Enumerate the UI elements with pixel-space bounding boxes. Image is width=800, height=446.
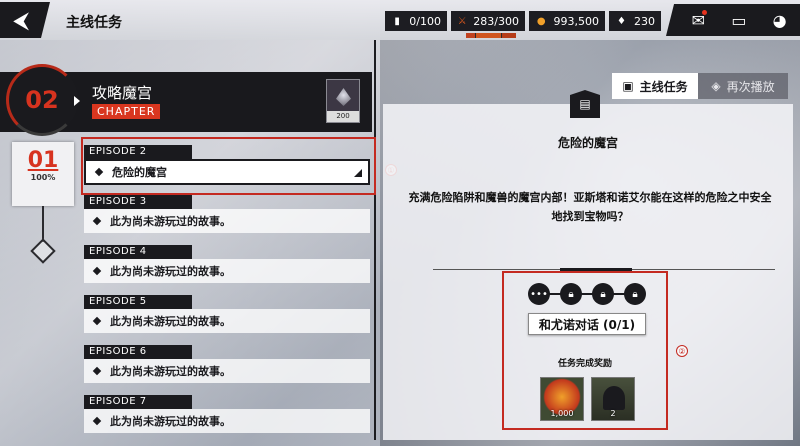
chat-button[interactable]: ▭ <box>727 8 751 32</box>
episode-item-6[interactable]: EPISODE 6 此为尚未游玩过的故事。 <box>84 345 370 389</box>
top-bar: ⮜ 主线任务 ▮ 0/100 ⚔ 283/300 ● 993,500 ♦ 230… <box>0 0 800 40</box>
episode-body: 此为尚未游玩过的故事。 <box>84 409 370 433</box>
mail-button[interactable]: ✉ <box>686 8 710 32</box>
tab-main-label: 主线任务 <box>639 79 688 94</box>
card-icon: ▮ <box>394 15 400 27</box>
chapter-reward-count: 200 <box>327 111 359 122</box>
chapter-arrow-icon <box>74 96 80 106</box>
chat-icon: ▭ <box>731 10 747 30</box>
progress-nodes: ••• 🔒︎ 🔒︎ 🔒︎ <box>528 283 650 307</box>
episode-body: 此为尚未游玩过的故事。 <box>84 209 370 233</box>
marker-2: ② <box>676 345 688 357</box>
mission-button[interactable]: 和尤诺对话 (0/1) <box>528 313 646 335</box>
episode-item-5[interactable]: EPISODE 5 此为尚未游玩过的故事。 <box>84 295 370 339</box>
book-icon: ▣ <box>622 79 634 93</box>
replay-icon: ◈ <box>711 79 721 93</box>
reward-item-gold[interactable]: 1,000 <box>540 377 584 421</box>
episode-item-7[interactable]: EPISODE 7 此为尚未游玩过的故事。 <box>84 395 370 439</box>
episode-label: EPISODE 6 <box>84 345 192 359</box>
episode-title: 此为尚未游玩过的故事。 <box>110 315 231 328</box>
stamina-bar <box>466 33 516 38</box>
crystal-icon <box>336 88 351 106</box>
gold-coin-icon: ● <box>536 15 546 27</box>
tab-main-quest[interactable]: ▣ 主线任务 <box>612 73 698 99</box>
back-arrow-icon: ⮜ <box>13 8 29 32</box>
top-icon-bar: ✉ ▭ ◕ <box>666 4 800 36</box>
episode-item-3[interactable]: EPISODE 3 此为尚未游玩过的故事。 <box>84 195 370 239</box>
reward-item-character[interactable]: 2 <box>591 377 635 421</box>
tab-replay-label: 再次播放 <box>726 79 775 94</box>
card-count: 0/100 <box>409 14 441 28</box>
character-icon <box>603 386 625 410</box>
settings-icon: ◕ <box>772 10 787 30</box>
chapter-number: 02 <box>25 86 59 114</box>
episode-body: 此为尚未游玩过的故事。 <box>84 309 370 333</box>
card-resource[interactable]: ▮ 0/100 <box>385 11 447 31</box>
episode-label: EPISODE 5 <box>84 295 192 309</box>
gem-resource[interactable]: ♦ 230 <box>609 11 661 31</box>
back-button[interactable]: ⮜ <box>0 2 50 38</box>
stamina-resource[interactable]: ⚔ 283/300 <box>451 11 525 31</box>
episode-description: 充满危险陷阱和魔兽的魔宫内部！亚斯塔和诺艾尔能在这样的危险之中安全地找到宝物吗？ <box>408 191 772 223</box>
gold-resource[interactable]: ● 993,500 <box>529 11 605 31</box>
chapter-tag: CHAPTER <box>92 104 161 119</box>
notification-dot <box>702 10 708 15</box>
settings-button[interactable]: ◕ <box>768 8 792 32</box>
episode-item-4[interactable]: EPISODE 4 此为尚未游玩过的故事。 <box>84 245 370 289</box>
gem-count: 230 <box>634 14 655 28</box>
chapter-ring: 02 <box>6 64 78 136</box>
reward-count: 2 <box>610 409 616 418</box>
reward-count: 1,000 <box>550 409 574 418</box>
lock-icon[interactable]: 🔒︎ <box>624 283 646 305</box>
book-icon: ▤ <box>570 90 600 118</box>
stage-tab[interactable]: 01 100% <box>12 142 74 206</box>
episode-title: 此为尚未游玩过的故事。 <box>110 215 231 228</box>
episode-body: 此为尚未游玩过的故事。 <box>84 359 370 383</box>
gem-icon: ♦ <box>617 15 626 27</box>
stamina-count: 283/300 <box>473 14 519 28</box>
reward-title: 任务完成奖励 <box>557 359 612 369</box>
chapter-reward-item[interactable]: 200 <box>326 79 360 123</box>
stage-connector <box>42 206 44 242</box>
diamond-icon <box>92 266 102 276</box>
diamond-icon <box>92 416 102 426</box>
episode-label: EPISODE 3 <box>84 195 192 209</box>
page-title: 主线任务 <box>66 15 122 31</box>
lock-icon[interactable]: 🔒︎ <box>592 283 614 305</box>
stage-number: 01 <box>27 148 59 173</box>
diamond-icon <box>92 316 102 326</box>
diamond-icon <box>92 216 102 226</box>
stage-percent: 100% <box>30 173 56 182</box>
dialogue-icon[interactable]: ••• <box>528 283 550 305</box>
diamond-icon <box>92 366 102 376</box>
mode-tabs: ▣ 主线任务 ◈ 再次播放 <box>612 73 788 99</box>
episode-title: 此为尚未游玩过的故事。 <box>110 365 231 378</box>
chapter-title: 攻略魔宫 <box>92 84 153 102</box>
episode-label: EPISODE 4 <box>84 245 192 259</box>
episode-title: 此为尚未游玩过的故事。 <box>110 415 231 428</box>
stamina-icon: ⚔ <box>457 15 467 27</box>
episode-title: 此为尚未游玩过的故事。 <box>110 265 231 278</box>
tab-replay[interactable]: ◈ 再次播放 <box>698 73 788 99</box>
episode-body: 此为尚未游玩过的故事。 <box>84 259 370 283</box>
highlight-box-1 <box>81 137 376 195</box>
gold-count: 993,500 <box>553 14 600 28</box>
panel-divider <box>374 40 376 440</box>
lock-icon[interactable]: 🔒︎ <box>560 283 582 305</box>
episode-info-title: 危险的魔宫 <box>557 136 618 150</box>
episode-label: EPISODE 7 <box>84 395 192 409</box>
